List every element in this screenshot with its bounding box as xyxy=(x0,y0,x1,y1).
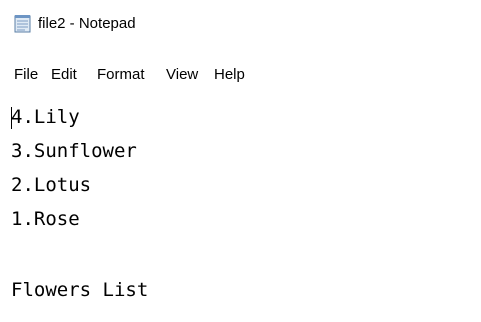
text-line: 3.Sunflower xyxy=(11,140,137,162)
menu-bar: File Edit Format View Help xyxy=(0,62,481,90)
menu-file[interactable]: File xyxy=(14,66,38,83)
menu-edit[interactable]: Edit xyxy=(51,66,77,83)
notepad-window: file2 - Notepad File Edit Format View He… xyxy=(0,0,481,322)
text-editor[interactable]: 4.Lily 3.Sunflower 2.Lotus 1.Rose Flower… xyxy=(0,97,481,322)
text-line: 1.Rose xyxy=(11,208,80,230)
title-bar[interactable]: file2 - Notepad xyxy=(0,0,481,50)
menu-help[interactable]: Help xyxy=(214,66,245,83)
menu-format[interactable]: Format xyxy=(97,66,145,83)
text-line: 4.Lily xyxy=(11,106,80,128)
menu-view[interactable]: View xyxy=(166,66,198,83)
window-title: file2 - Notepad xyxy=(38,15,136,32)
notepad-icon xyxy=(14,14,31,33)
text-line: 2.Lotus xyxy=(11,174,92,196)
text-line: Flowers List xyxy=(11,279,149,301)
